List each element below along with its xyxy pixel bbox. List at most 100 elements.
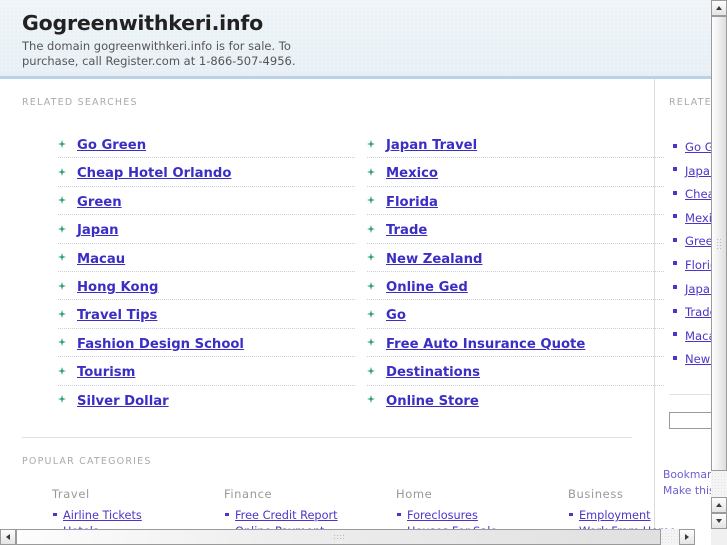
related-link[interactable]: Free Auto Insurance Quote — [386, 337, 585, 352]
sidebar-item[interactable]: Trade — [655, 299, 711, 323]
sidebar-link[interactable]: New Zealand — [685, 352, 711, 366]
sidebar-link[interactable]: Green — [685, 234, 711, 248]
list-item[interactable]: Silver Dollar — [58, 386, 355, 413]
related-link[interactable]: Green — [77, 195, 122, 210]
list-item[interactable]: Mexico — [367, 158, 664, 187]
list-item[interactable]: Free Credit Report — [224, 506, 374, 523]
related-link[interactable]: Go Green — [77, 138, 146, 153]
related-link[interactable]: Cheap Hotel Orlando — [77, 166, 231, 181]
list-item[interactable]: Trade — [367, 215, 664, 244]
sidebar-item[interactable]: Japan — [655, 276, 711, 300]
list-item[interactable]: New Zealand — [367, 244, 664, 272]
list-item[interactable]: Macau — [58, 244, 355, 272]
category-link-list: Free Credit Report Online Payment Credit… — [224, 506, 374, 529]
list-item[interactable]: Florida — [367, 187, 664, 216]
list-item[interactable]: Go Green — [58, 130, 355, 159]
vertical-scrollbar[interactable] — [711, 0, 727, 545]
scroll-up-button[interactable] — [711, 0, 727, 16]
sidebar-link[interactable]: Japan Travel — [685, 164, 711, 178]
list-item[interactable]: Online Store — [367, 386, 664, 413]
related-link[interactable]: Tourism — [77, 365, 135, 380]
content-body: RELATED SEARCHES Go Green Cheap Hotel Or… — [0, 79, 711, 529]
list-item[interactable]: Airline Tickets — [52, 506, 202, 523]
sidebar-item[interactable]: Green — [655, 228, 711, 252]
sidebar-link[interactable]: Macau — [685, 329, 711, 343]
sidebar-item[interactable]: Mexico — [655, 205, 711, 229]
category-link[interactable]: Foreclosures — [407, 509, 478, 522]
star-bullet-icon — [58, 139, 66, 148]
sidebar-item[interactable]: Japan Travel — [655, 158, 711, 182]
related-link[interactable]: Go — [386, 308, 406, 323]
page-title: Gogreenwithkeri.info — [22, 11, 263, 35]
vertical-scroll-thumb[interactable] — [711, 16, 727, 471]
list-item[interactable]: Cheap Hotel Orlando — [58, 158, 355, 187]
horizontal-scroll-thumb[interactable] — [16, 529, 661, 545]
related-link[interactable]: Hong Kong — [77, 280, 158, 295]
sidebar-item[interactable]: New Zealand — [655, 346, 711, 370]
bookmark-page-link[interactable]: Bookmark this page — [663, 468, 711, 481]
scroll-left-button[interactable] — [0, 529, 16, 545]
horizontal-scrollbar[interactable] — [0, 529, 711, 545]
scroll-down-button[interactable] — [711, 513, 727, 529]
related-link[interactable]: Trade — [386, 223, 427, 238]
sidebar-link[interactable]: Trade — [685, 305, 711, 319]
related-link[interactable]: Online Ged — [386, 280, 468, 295]
horizontal-scroll-track[interactable] — [16, 529, 679, 545]
related-link[interactable]: Macau — [77, 252, 125, 267]
sidebar-link[interactable]: Go Green — [685, 140, 711, 154]
list-item[interactable]: Tourism — [58, 357, 355, 386]
category-link[interactable]: Airline Tickets — [63, 509, 142, 522]
list-item[interactable]: Destinations — [367, 357, 664, 386]
list-item[interactable]: Go — [367, 300, 664, 329]
list-item[interactable]: Online Ged — [367, 272, 664, 301]
related-searches-grid: Go Green Cheap Hotel Orlando Green Japan… — [0, 108, 664, 413]
list-item[interactable]: Hotels — [52, 522, 202, 529]
browser-viewport: Gogreenwithkeri.info The domain gogreenw… — [0, 0, 727, 545]
list-item[interactable]: Foreclosures — [396, 506, 546, 523]
related-link[interactable]: Destinations — [386, 365, 480, 380]
related-link[interactable]: Florida — [386, 195, 438, 210]
list-item[interactable]: Online Payment — [224, 522, 374, 529]
list-item[interactable]: Houses For Sale — [396, 522, 546, 529]
star-bullet-icon — [58, 224, 66, 233]
related-link[interactable]: Online Store — [386, 394, 479, 409]
vertical-scroll-track[interactable] — [711, 16, 727, 497]
site-header: Gogreenwithkeri.info The domain gogreenw… — [0, 0, 711, 79]
related-link[interactable]: Japan Travel — [386, 138, 477, 153]
sidebar-item[interactable]: Macau — [655, 323, 711, 347]
sidebar-link[interactable]: Japan — [685, 282, 711, 296]
sidebar-link[interactable]: Florida — [685, 258, 711, 272]
category-link[interactable]: Employment — [579, 509, 651, 522]
arrow-right-icon — [685, 534, 689, 540]
related-link[interactable]: Fashion Design School — [77, 337, 244, 352]
related-link[interactable]: New Zealand — [386, 252, 482, 267]
category-link[interactable]: Free Credit Report — [235, 509, 338, 522]
scroll-right-button[interactable] — [679, 529, 695, 545]
sidebar-item[interactable]: Go Green — [655, 134, 711, 158]
sidebar-link[interactable]: Cheap Hotel Orlando — [685, 187, 711, 201]
related-link[interactable]: Travel Tips — [77, 308, 157, 323]
related-link[interactable]: Japan — [77, 223, 119, 238]
list-item[interactable]: Green — [58, 187, 355, 216]
related-link[interactable]: Silver Dollar — [77, 394, 169, 409]
sidebar-item[interactable]: Cheap Hotel Orlando — [655, 181, 711, 205]
make-homepage-link[interactable]: Make this my homepage — [663, 484, 711, 497]
list-item[interactable]: Japan — [58, 215, 355, 244]
category-column-travel: Travel Airline Tickets Hotels Car Rental — [52, 487, 202, 529]
sidebar-link[interactable]: Mexico — [685, 211, 711, 225]
scroll-up-button-bottom[interactable] — [711, 497, 727, 513]
list-item[interactable]: Japan Travel — [367, 130, 664, 159]
star-bullet-icon — [58, 366, 66, 375]
sidebar-item[interactable]: Florida — [655, 252, 711, 276]
search-input[interactable] — [669, 411, 711, 429]
related-searches-column-left: Go Green Cheap Hotel Orlando Green Japan… — [58, 130, 355, 413]
list-item[interactable]: Hong Kong — [58, 272, 355, 301]
list-item[interactable]: Free Auto Insurance Quote — [367, 329, 664, 358]
related-link[interactable]: Mexico — [386, 166, 438, 181]
list-item[interactable]: Fashion Design School — [58, 329, 355, 358]
star-bullet-icon — [58, 281, 66, 290]
star-bullet-icon — [58, 395, 66, 404]
star-bullet-icon — [58, 338, 66, 347]
list-item[interactable]: Travel Tips — [58, 300, 355, 329]
star-bullet-icon — [367, 224, 375, 233]
